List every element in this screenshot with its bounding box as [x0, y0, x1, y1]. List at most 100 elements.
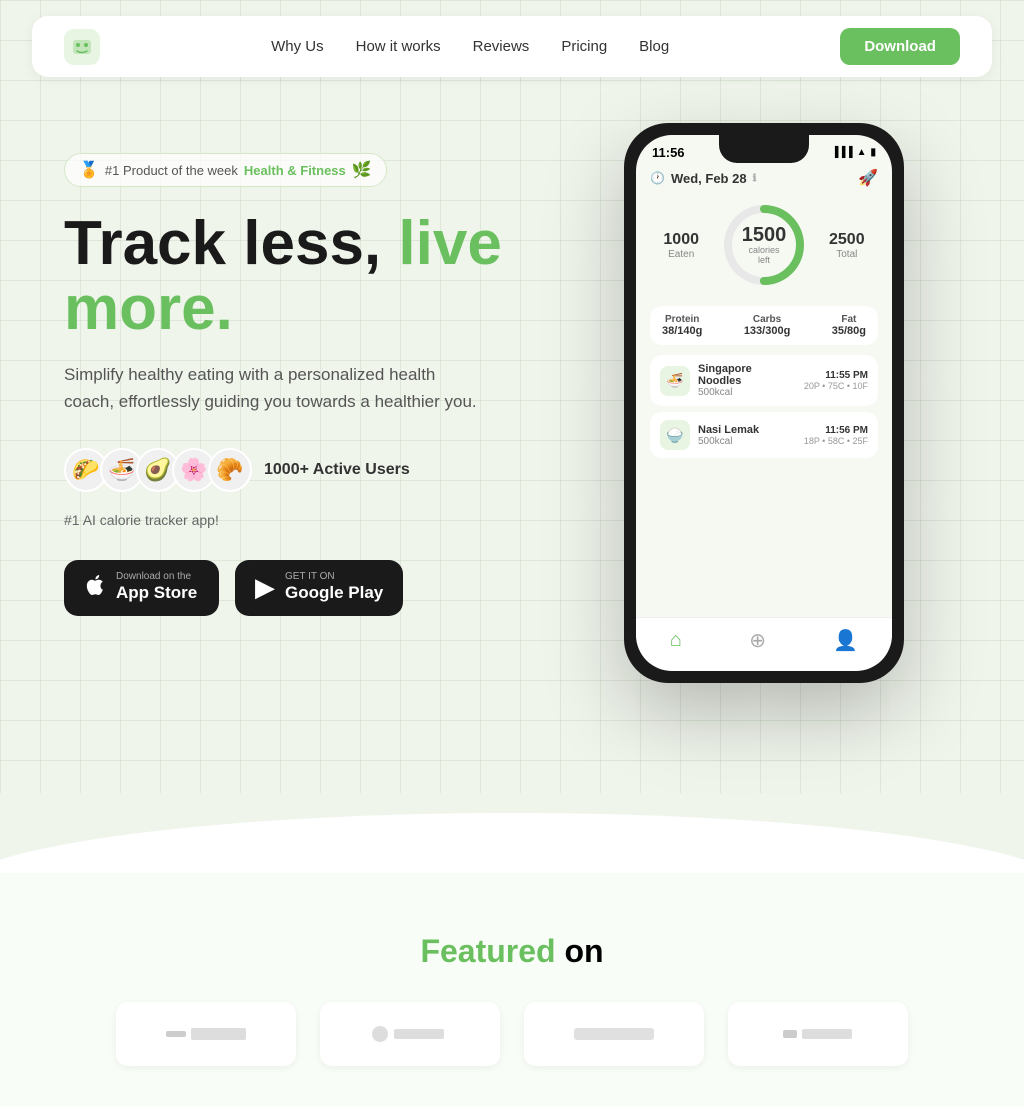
- phone-frame: 11:56 ▐▐▐ ▲ ▮ 🕐 Wed, Feb 28 ℹ: [624, 123, 904, 683]
- calories-total: 2500 Total: [829, 231, 865, 260]
- phone-status-icons: ▐▐▐ ▲ ▮: [831, 147, 876, 158]
- food-time-2: 11:56 PM: [804, 425, 868, 436]
- ring-calories-value: 1500: [742, 225, 787, 245]
- avatar-5: 🥐: [208, 448, 252, 492]
- user-avatars: 🌮 🍜 🥑 🌸 🥐 1000+ Active Users: [64, 448, 584, 492]
- featured-title-green: Featured: [420, 933, 555, 969]
- battery-icon: ▮: [870, 147, 876, 158]
- product-badge: 🏅 #1 Product of the week Health & Fitnes…: [64, 153, 387, 187]
- headline-black: Track less,: [64, 209, 381, 278]
- food-name-2: Nasi Lemak: [698, 424, 796, 436]
- nav-download-button[interactable]: Download: [840, 28, 960, 65]
- phone-mockup-container: 11:56 ▐▐▐ ▲ ▮ 🕐 Wed, Feb 28 ℹ: [624, 123, 924, 683]
- store-buttons: Download on the App Store ▶ GET IT ON Go…: [64, 560, 584, 616]
- featured-title-black: on: [564, 933, 603, 969]
- food-macros-2: 18P • 58C • 25F: [804, 436, 868, 446]
- nav-link-blog[interactable]: Blog: [639, 38, 669, 55]
- playstore-text: GET IT ON Google Play: [285, 572, 383, 604]
- nav-links: Why Us How it works Reviews Pricing Blog: [271, 38, 669, 55]
- hero-content: 🏅 #1 Product of the week Health & Fitnes…: [64, 133, 584, 616]
- calories-eaten-label: Eaten: [663, 249, 699, 260]
- clock-icon: 🕐: [650, 171, 665, 185]
- featured-logo-3: [524, 1002, 704, 1066]
- calorie-ring: 1500 calories left: [719, 200, 809, 290]
- nav-link-why-us[interactable]: Why Us: [271, 38, 324, 55]
- calories-eaten: 1000 Eaten: [663, 231, 699, 260]
- featured-section: Featured on: [0, 873, 1024, 1106]
- playstore-button[interactable]: ▶ GET IT ON Google Play: [235, 560, 403, 616]
- featured-logos: [64, 1002, 960, 1066]
- appstore-text: Download on the App Store: [116, 572, 197, 604]
- nav-logo: [64, 29, 100, 65]
- food-log: 🍜 Singapore Noodles 500kcal 11:55 PM 20P…: [650, 355, 878, 458]
- macros-row: Protein 38/140g Carbs 133/300g Fat 35/80…: [650, 306, 878, 345]
- appstore-button[interactable]: Download on the App Store: [64, 560, 219, 616]
- food-meta-1: 11:55 PM 20P • 75C • 10F: [804, 370, 868, 391]
- carbs-label: Carbs: [744, 314, 790, 325]
- featured-title: Featured on: [64, 933, 960, 970]
- user-count: 1000+ Active Users: [264, 461, 410, 479]
- profile-nav-icon[interactable]: 👤: [833, 628, 858, 653]
- playstore-big-label: Google Play: [285, 582, 383, 604]
- calories-total-value: 2500: [829, 231, 865, 249]
- food-details-1: Singapore Noodles 500kcal: [698, 363, 796, 398]
- food-item-1: 🍜 Singapore Noodles 500kcal 11:55 PM 20P…: [650, 355, 878, 406]
- calories-eaten-value: 1000: [663, 231, 699, 249]
- food-details-2: Nasi Lemak 500kcal: [698, 424, 796, 447]
- nav-link-pricing[interactable]: Pricing: [561, 38, 607, 55]
- ring-center: 1500 calories left: [742, 225, 787, 265]
- rocket-icon: 🚀: [858, 168, 878, 188]
- logo-icon: [64, 29, 100, 65]
- phone-content: 🕐 Wed, Feb 28 ℹ 🚀 1000 Eaten: [636, 160, 892, 466]
- signal-icon: ▐▐▐: [831, 147, 852, 158]
- macro-fat: Fat 35/80g: [832, 314, 866, 337]
- featured-logo-4: [728, 1002, 908, 1066]
- fat-label: Fat: [832, 314, 866, 325]
- phone-time: 11:56: [652, 145, 685, 160]
- phone-date-row: 🕐 Wed, Feb 28 ℹ 🚀: [650, 168, 878, 188]
- calories-total-label: Total: [829, 249, 865, 260]
- food-meta-2: 11:56 PM 18P • 58C • 25F: [804, 425, 868, 446]
- navbar: Why Us How it works Reviews Pricing Blog…: [32, 16, 992, 77]
- badge-prefix: #1 Product of the week: [105, 163, 238, 178]
- badge-highlight: Health & Fitness: [244, 163, 346, 178]
- phone-notch: [719, 135, 809, 163]
- protein-value: 38/140g: [662, 325, 702, 337]
- fat-value: 35/80g: [832, 325, 866, 337]
- food-icon-2: 🍚: [660, 420, 690, 450]
- food-kcal-1: 500kcal: [698, 387, 796, 398]
- carbs-value: 133/300g: [744, 325, 790, 337]
- nav-link-reviews[interactable]: Reviews: [473, 38, 530, 55]
- play-icon: ▶: [255, 572, 275, 603]
- calorie-ring-section: 1000 Eaten 1500 calories left: [650, 200, 878, 290]
- macro-protein: Protein 38/140g: [662, 314, 702, 337]
- protein-label: Protein: [662, 314, 702, 325]
- phone-date: 🕐 Wed, Feb 28 ℹ: [650, 171, 756, 186]
- nav-link-how-it-works[interactable]: How it works: [356, 38, 441, 55]
- badge-laurel-right: 🌿: [352, 160, 372, 180]
- featured-logo-2: [320, 1002, 500, 1066]
- featured-logo-1: [116, 1002, 296, 1066]
- hero-tagline: #1 AI calorie tracker app!: [64, 512, 584, 528]
- appstore-small-label: Download on the: [116, 572, 197, 582]
- hero-subtitle: Simplify healthy eating with a personali…: [64, 361, 484, 415]
- add-nav-icon[interactable]: ⊕: [749, 628, 766, 653]
- avatar-group: 🌮 🍜 🥑 🌸 🥐: [64, 448, 252, 492]
- macro-carbs: Carbs 133/300g: [744, 314, 790, 337]
- info-icon: ℹ: [753, 173, 757, 184]
- home-nav-icon[interactable]: ⌂: [670, 629, 682, 652]
- phone-bottom-nav: ⌂ ⊕ 👤: [636, 617, 892, 671]
- hero-headline: Track less, live more.: [64, 211, 584, 341]
- ring-left-label: left: [742, 255, 787, 265]
- apple-icon: [84, 572, 106, 603]
- wifi-icon: ▲: [857, 147, 867, 158]
- hero-section: 🏅 #1 Product of the week Health & Fitnes…: [0, 93, 1024, 793]
- food-macros-1: 20P • 75C • 10F: [804, 381, 868, 391]
- food-item-2: 🍚 Nasi Lemak 500kcal 11:56 PM 18P • 58C …: [650, 412, 878, 458]
- food-kcal-2: 500kcal: [698, 436, 796, 447]
- ring-calories-label: calories: [742, 245, 787, 255]
- phone-screen: 11:56 ▐▐▐ ▲ ▮ 🕐 Wed, Feb 28 ℹ: [636, 135, 892, 671]
- playstore-small-label: GET IT ON: [285, 572, 383, 582]
- food-icon-1: 🍜: [660, 366, 690, 396]
- phone-date-text: Wed, Feb 28: [671, 171, 747, 186]
